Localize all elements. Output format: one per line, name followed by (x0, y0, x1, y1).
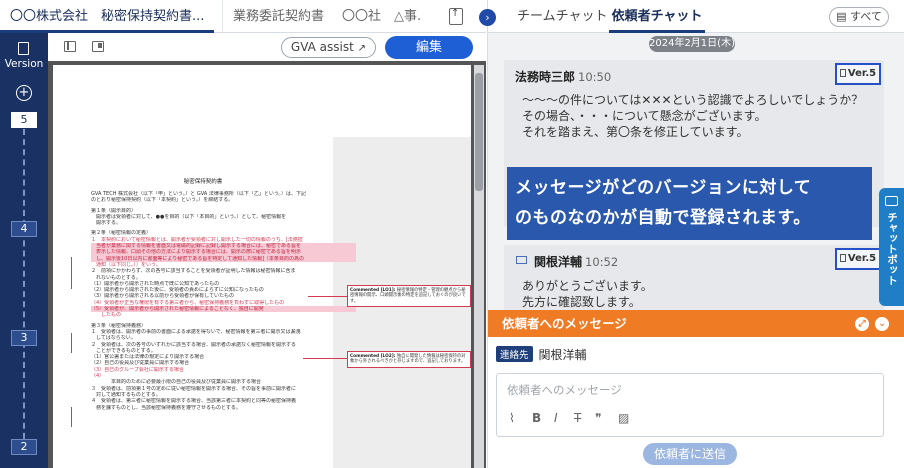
tab-outsourcing-party: 〇〇社 △事... (342, 9, 422, 24)
upload-file-icon[interactable] (449, 8, 463, 25)
gva-assist-button[interactable]: GVA assist ↗ (281, 37, 376, 58)
collapse-panel-button[interactable]: › (479, 9, 496, 26)
document-toolbar: GVA assist ↗ 編集 (48, 33, 486, 61)
expand-compose-icon[interactable]: ⤢ (855, 317, 869, 331)
version-item-selected[interactable]: 5 (11, 112, 37, 128)
chat-tab-bar: チームチャット 依頼者チャット ▤ すべて (488, 0, 904, 33)
chatbot-label: チャットボット (886, 212, 898, 286)
tab-nda-document[interactable]: 〇〇株式会社 秘密保持契約書... (0, 0, 214, 33)
edit-button[interactable]: 編集 (385, 36, 473, 59)
comment-connector (303, 358, 348, 359)
tab-team-chat[interactable]: チームチャット (517, 0, 607, 33)
toggle-sidebar-icon[interactable] (64, 41, 76, 52)
feature-callout: メッセージがどのバージョンに対して のものなのかが自動で登録されます。 (507, 167, 872, 240)
version-badge[interactable]: Ver.5 (835, 63, 881, 85)
recipient-name: 関根洋輔 (538, 348, 587, 362)
message-line: それを踏まえ、第〇条を修正しています。 (522, 125, 749, 139)
version-label: Version (4, 58, 44, 70)
callout-line: のものなのかが自動で登録されます。 (515, 208, 811, 228)
change-bar (71, 333, 72, 353)
document-scrollbar[interactable] (474, 65, 484, 468)
chat-panel: チームチャット 依頼者チャット ▤ すべて 2024年2月1日(木) 法務時三郎… (487, 0, 904, 468)
message-editor[interactable]: 依頼者へのメッセージ ⌇ B I T ❞ ▨ (496, 373, 884, 437)
italic-icon[interactable]: I (554, 411, 558, 425)
document-page: 秘密保持契約書 GVA TECH 株式会社（以下「甲」という。）と GVA 法律… (53, 65, 471, 468)
document-icon (18, 42, 29, 55)
file-icon (839, 69, 846, 77)
compose-header[interactable]: 依頼者へのメッセージ ⤢ ⌄ (488, 310, 904, 337)
file-icon (839, 254, 846, 262)
recipient-row: 連絡先 関根洋輔 (496, 346, 587, 363)
document-title: 秘密保持契約書 (183, 179, 223, 185)
sender-name: 関根洋輔 (534, 255, 583, 269)
callout-line: メッセージがどのバージョンに対して (515, 178, 812, 198)
version-badge-label: Ver.5 (847, 68, 877, 79)
tab-outsourcing-label: 業務委託契約書 (233, 9, 325, 24)
version-badge[interactable]: Ver.5 (835, 248, 881, 270)
version-item[interactable]: 4 (11, 221, 37, 237)
version-track (23, 129, 25, 449)
chat-message: 関根洋輔 10:52 Ver.5 ありがとうございます。 先方に確認致します。 (504, 245, 884, 315)
strikethrough-icon[interactable]: T (574, 411, 581, 425)
chevron-down-icon[interactable]: ⌄ (875, 317, 889, 331)
add-version-icon[interactable]: + (16, 85, 32, 101)
chatbot-launcher[interactable]: チャットボット (879, 188, 904, 306)
external-link-icon: ↗ (357, 43, 367, 54)
attach-icon[interactable]: ⌇ (509, 411, 515, 425)
bold-icon[interactable]: B (532, 411, 541, 425)
chat-bubble-icon (885, 196, 898, 206)
message-line: ありがとうございます。 (522, 279, 653, 293)
date-separator: 2024年2月1日(木) (649, 36, 735, 52)
send-to-client-button[interactable]: 依頼者に送信 (643, 443, 737, 465)
show-all-button[interactable]: ▤ すべて (829, 7, 889, 27)
gva-assist-label: GVA assist (290, 40, 354, 54)
message-input-placeholder: 依頼者へのメッセージ (507, 383, 622, 397)
list-icon: ▤ (836, 10, 847, 23)
mail-icon (516, 256, 527, 264)
document-body: GVA TECH 株式会社（以下「甲」という。）と GVA 法律事務所（以下「乙… (91, 191, 356, 411)
scrollbar-thumb[interactable] (475, 73, 483, 191)
change-bar (71, 407, 72, 427)
toggle-comments-icon[interactable] (92, 41, 104, 52)
version-badge-label: Ver.5 (847, 253, 877, 264)
version-item[interactable]: 3 (11, 330, 37, 346)
chat-message-list: 2024年2月1日(木) 法務時三郎 10:50 Ver.5 〜〜〜の件については… (488, 33, 904, 315)
message-line: その場合、・・・について懸念がございます。 (522, 109, 767, 123)
tab-nda-label: 〇〇株式会社 秘密保持契約書... (10, 9, 205, 24)
compose-title: 依頼者へのメッセージ (502, 316, 627, 331)
message-line: 先方に確認致します。 (522, 295, 641, 309)
change-bar (71, 257, 72, 289)
image-icon[interactable]: ▨ (618, 411, 629, 425)
review-comment[interactable]: Commented [LO2]: 独自に開発した情報は秘密保持の対象から外される… (347, 351, 471, 368)
message-line: 〜〜〜の件については✕✕✕という認識でよろしいでしょうか？ (522, 93, 864, 107)
message-sender: 法務時三郎 10:50 (515, 68, 611, 85)
version-item[interactable]: 2 (11, 439, 37, 455)
review-comment[interactable]: Commented [LO1]: 秘密情報の特定・管理の観点から秘密情報の開示、… (347, 285, 471, 307)
version-rail: Version + 5 4 3 2 (0, 33, 48, 468)
document-viewer: 秘密保持契約書 GVA TECH 株式会社（以下「甲」という。）と GVA 法律… (48, 61, 486, 468)
comment-connector (308, 296, 348, 297)
recipient-tag: 連絡先 (496, 346, 533, 362)
message-time: 10:50 (578, 70, 612, 84)
document-tab-bar: 〇〇株式会社 秘密保持契約書... 業務委託契約書 〇〇社 △事... (0, 0, 486, 33)
quote-icon[interactable]: ❞ (595, 411, 601, 425)
message-time: 10:52 (585, 255, 619, 269)
sender-name: 法務時三郎 (515, 70, 576, 84)
tab-outsourcing-document[interactable]: 業務委託契約書 〇〇社 △事... (222, 0, 422, 33)
document-line: 務を課すものとし、当該秘密保持義務を遵守させるものとする。 (91, 404, 241, 411)
message-sender: 関根洋輔 10:52 (534, 253, 618, 270)
tab-client-chat[interactable]: 依頼者チャット (609, 0, 705, 33)
show-all-label: すべて (850, 10, 882, 23)
